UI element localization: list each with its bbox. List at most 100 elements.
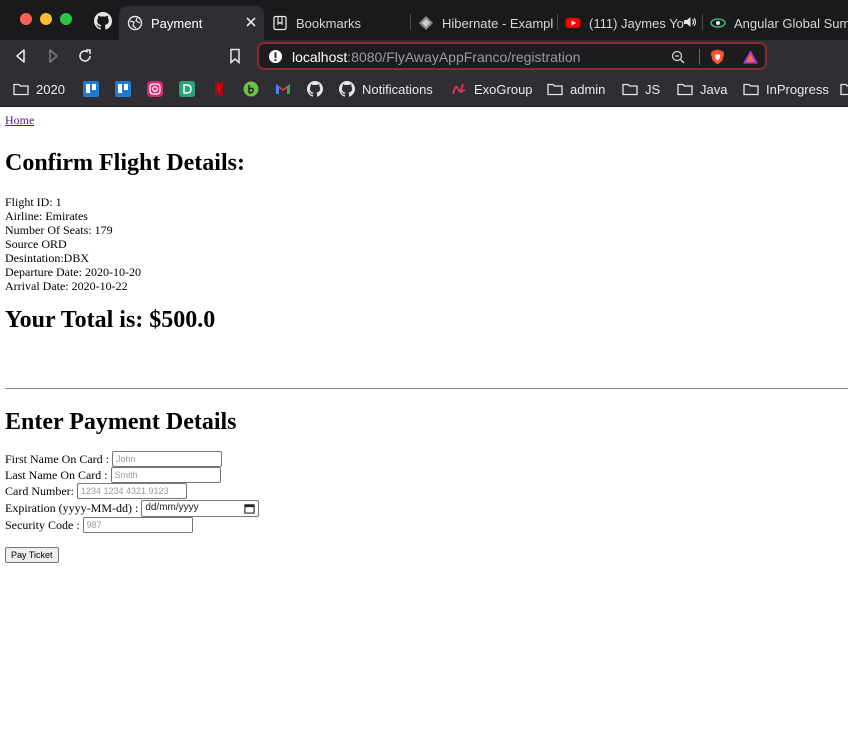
bookmark-trello[interactable]	[83, 80, 99, 98]
bookmark-label: InProgress	[766, 81, 829, 97]
tab-separator	[702, 14, 703, 30]
url-path: :8080/FlyAwayAppFranco/registration	[347, 49, 581, 65]
placeholder: 1234 1234 4321 9123	[80, 486, 169, 496]
bookmark-github[interactable]	[307, 80, 323, 98]
placeholder: John	[116, 454, 136, 464]
tab-separator	[410, 14, 411, 30]
toolbar: localhost:8080/FlyAwayAppFranco/registra…	[0, 40, 848, 72]
maximize-window-button[interactable]	[60, 13, 72, 25]
forward-icon[interactable]	[45, 48, 61, 64]
folder-icon	[677, 83, 693, 96]
bookmark-b[interactable]	[243, 80, 259, 98]
netflix-icon	[215, 82, 223, 96]
zoom-icon[interactable]	[671, 50, 685, 64]
brave-rewards-icon[interactable]	[742, 49, 759, 65]
folder-icon	[547, 83, 563, 96]
bookmark-folder-java[interactable]: Java	[677, 80, 727, 98]
bookmark-label: ExoGroup	[474, 81, 533, 97]
total-price: Your Total is: $500.0	[5, 307, 216, 333]
tab-angular[interactable]: Angular Global Sum	[710, 6, 848, 40]
close-window-button[interactable]	[20, 13, 32, 25]
bookmark-label: JS	[645, 81, 661, 97]
reload-icon[interactable]	[77, 48, 93, 64]
security-code-row: Security Code : 987	[5, 517, 843, 533]
address-bar[interactable]: localhost:8080/FlyAwayAppFranco/registra…	[257, 42, 767, 70]
bookmark-folder-js[interactable]: JS	[622, 80, 660, 98]
bookmarks-icon	[273, 15, 287, 31]
divider	[699, 49, 700, 65]
close-icon[interactable]	[244, 15, 258, 29]
date-format: dd/mm/yyyy	[145, 502, 199, 513]
last-name-row: Last Name On Card : Smith	[5, 467, 843, 483]
expiration-date-input[interactable]: dd/mm/yyyy	[141, 499, 260, 517]
browser-chrome: Payment Bookmarks Hibernate - Exampl (11…	[0, 0, 848, 107]
bookmark-notifications[interactable]: Notifications	[339, 80, 433, 98]
youtube-icon	[565, 18, 581, 28]
pay-ticket-button[interactable]: Pay Ticket	[5, 547, 59, 563]
brave-shields-icon[interactable]	[709, 48, 726, 66]
trello-icon	[115, 81, 131, 97]
tab-payment[interactable]: Payment	[119, 6, 264, 40]
bookmark-folder-2020[interactable]: 2020	[13, 80, 65, 98]
github-icon[interactable]	[94, 12, 112, 30]
home-link[interactable]: Home	[5, 113, 34, 127]
flight-details: Flight ID: 1 Airline: Emirates Number Of…	[5, 195, 843, 293]
github-icon	[307, 81, 323, 97]
calendar-icon[interactable]	[244, 503, 255, 514]
first-name-input[interactable]: John	[112, 451, 222, 467]
b-icon	[243, 81, 259, 97]
card-number-row: Card Number: 1234 1234 4321 9123	[5, 483, 843, 499]
last-name-label: Last Name On Card :	[5, 468, 108, 482]
tab-title: Angular Global Sum	[734, 15, 848, 31]
placeholder: Smith	[114, 470, 138, 480]
back-icon[interactable]	[13, 48, 29, 64]
bookmark-instagram[interactable]	[147, 80, 163, 98]
url-text[interactable]: localhost:8080/FlyAwayAppFranco/registra…	[292, 49, 580, 65]
tab-hibernate[interactable]: Hibernate - Exampl	[418, 6, 556, 40]
flight-detail-line: Number Of Seats: 179	[5, 223, 113, 237]
flight-detail-line: Source ORD	[5, 237, 67, 251]
bookmark-folder-admin[interactable]: admin	[547, 80, 605, 98]
page-content: Home Confirm Flight Details: Flight ID: …	[0, 107, 848, 563]
last-name-input[interactable]: Smith	[110, 467, 221, 483]
exo-icon	[452, 83, 466, 95]
flight-detail-line: Flight ID: 1	[5, 195, 62, 209]
bookmark-exogroup[interactable]: ExoGroup	[451, 80, 533, 98]
tab-youtube[interactable]: (111) Jaymes Yo	[565, 6, 699, 40]
flight-detail-line: Desintation:DBX	[5, 251, 89, 265]
tab-title: Hibernate - Exampl	[442, 15, 554, 31]
tab-bar: Payment Bookmarks Hibernate - Exampl (11…	[0, 0, 848, 40]
info-warning-icon[interactable]	[268, 49, 283, 64]
flight-detail-line: Departure Date: 2020-10-20	[5, 265, 141, 279]
first-name-label: First Name On Card :	[5, 452, 109, 466]
bookmark-d[interactable]	[179, 80, 195, 98]
folder-icon	[840, 83, 848, 96]
expiration-row: Expiration (yyyy-MM-dd) : dd/mm/yyyy	[5, 499, 843, 517]
card-number-label: Card Number:	[5, 484, 74, 498]
card-number-input[interactable]: 1234 1234 4321 9123	[76, 483, 187, 499]
instagram-icon	[147, 81, 163, 97]
confirm-title: Confirm Flight Details:	[5, 150, 245, 176]
speaker-icon[interactable]	[683, 15, 697, 29]
folder-icon	[13, 83, 29, 96]
security-code-input[interactable]: 987	[82, 517, 193, 533]
bookmark-icon[interactable]	[227, 48, 243, 64]
security-code-label: Security Code :	[5, 518, 80, 532]
bookmark-folder-inprogress[interactable]: InProgress	[743, 80, 829, 98]
gmail-icon	[276, 84, 290, 94]
folder-icon	[743, 83, 759, 96]
bookmark-gmail[interactable]	[275, 80, 291, 98]
expiration-label: Expiration (yyyy-MM-dd) :	[5, 501, 139, 515]
bookmark-netflix[interactable]	[211, 80, 227, 98]
bookmark-label: Notifications	[362, 81, 433, 97]
url-host: localhost	[292, 49, 348, 65]
bookmark-label: 2020	[36, 81, 65, 97]
bookmark-trello-2[interactable]	[115, 80, 131, 98]
flight-detail-line: Arrival Date: 2020-10-22	[5, 279, 128, 293]
trello-icon	[83, 81, 99, 97]
divider	[5, 388, 848, 389]
payment-title: Enter Payment Details	[5, 409, 237, 435]
minimize-window-button[interactable]	[40, 13, 52, 25]
bookmark-overflow[interactable]	[840, 80, 848, 98]
tab-bookmarks[interactable]: Bookmarks	[272, 6, 410, 40]
